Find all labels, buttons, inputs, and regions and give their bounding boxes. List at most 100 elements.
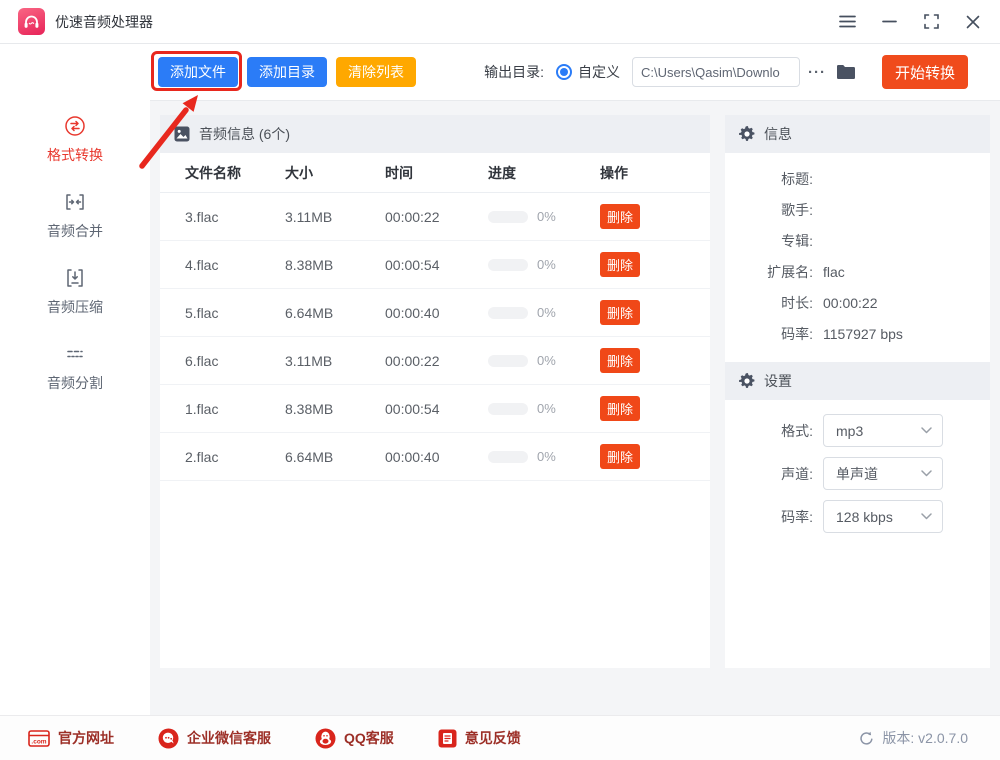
audio-compress-icon — [63, 266, 87, 290]
minimize-icon — [882, 20, 897, 23]
add-directory-button[interactable]: 添加目录 — [247, 57, 327, 87]
settings-panel-title: 设置 — [764, 371, 792, 391]
start-convert-button[interactable]: 开始转换 — [882, 55, 968, 89]
delete-button[interactable]: 删除 — [600, 396, 640, 421]
file-name: 1.flac — [185, 401, 285, 417]
file-size: 8.38MB — [285, 401, 385, 417]
format-convert-icon — [63, 114, 87, 138]
info-panel-title: 信息 — [764, 124, 792, 144]
delete-button[interactable]: 删除 — [600, 300, 640, 325]
progress-cell: 0% — [488, 401, 600, 416]
file-time: 00:00:22 — [385, 353, 488, 369]
official-site-link[interactable]: .com 官方网址 — [28, 728, 114, 748]
progress-cell: 0% — [488, 209, 600, 224]
progress-percent: 0% — [537, 353, 556, 368]
delete-button[interactable]: 删除 — [600, 252, 640, 277]
action-cell: 删除 — [600, 252, 710, 277]
wechat-support-link[interactable]: 企业微信客服 — [158, 728, 271, 749]
setting-label: 声道: — [725, 464, 813, 484]
footer: .com 官方网址 企业微信客服 QQ客服 — [0, 715, 1000, 760]
progress-cell: 0% — [488, 257, 600, 272]
custom-radio-label: 自定义 — [578, 62, 620, 82]
progress-cell: 0% — [488, 305, 600, 320]
select-value: 单声道 — [836, 464, 921, 484]
sidebar-item-format-convert[interactable]: 格式转换 — [47, 114, 103, 165]
clear-list-button[interactable]: 清除列表 — [336, 57, 416, 87]
file-name: 6.flac — [185, 353, 285, 369]
footer-link-label: 官方网址 — [58, 728, 114, 748]
format-select[interactable]: mp3 — [823, 414, 943, 447]
table-row: 3.flac 3.11MB 00:00:22 0% 删除 — [160, 193, 710, 241]
delete-button[interactable]: 删除 — [600, 444, 640, 469]
setting-format: 格式: mp3 — [725, 414, 990, 447]
action-cell: 删除 — [600, 204, 710, 229]
progress-bar — [488, 307, 528, 319]
info-header: 信息 — [725, 115, 990, 153]
progress-percent: 0% — [537, 257, 556, 272]
browse-more-button[interactable]: ··· — [808, 64, 826, 81]
sidebar-item-label: 格式转换 — [47, 145, 103, 165]
menu-button[interactable] — [838, 13, 856, 31]
file-time: 00:00:54 — [385, 401, 488, 417]
table-row: 1.flac 8.38MB 00:00:54 0% 删除 — [160, 385, 710, 433]
info-field-title: 标题: — [725, 163, 990, 194]
sidebar-item-audio-split[interactable]: 音频分割 — [47, 342, 103, 393]
app-window: 优速音频处理器 格式转换 — [0, 0, 1000, 760]
channel-select[interactable]: 单声道 — [823, 457, 943, 490]
add-file-button[interactable]: 添加文件 — [158, 57, 238, 87]
file-time: 00:00:22 — [385, 209, 488, 225]
website-icon: .com — [28, 730, 50, 747]
close-button[interactable] — [964, 13, 982, 31]
custom-radio[interactable] — [556, 64, 572, 80]
field-label: 时长: — [725, 293, 813, 313]
setting-label: 格式: — [725, 421, 813, 441]
toolbar: 添加文件 添加目录 清除列表 输出目录: 自定义 ··· 开始转换 — [150, 44, 1000, 101]
sidebar-item-audio-merge[interactable]: 音频合并 — [47, 190, 103, 241]
action-cell: 删除 — [600, 300, 710, 325]
output-path-input[interactable] — [632, 57, 800, 87]
chevron-down-icon — [921, 470, 932, 477]
app-title: 优速音频处理器 — [55, 12, 153, 32]
bitrate-select[interactable]: 128 kbps — [823, 500, 943, 533]
progress-bar — [488, 355, 528, 367]
field-label: 扩展名: — [725, 262, 813, 282]
open-folder-button[interactable] — [836, 64, 856, 80]
setting-channel: 声道: 单声道 — [725, 457, 990, 490]
radio-dot — [560, 68, 568, 76]
progress-bar — [488, 259, 528, 271]
progress-cell: 0% — [488, 449, 600, 464]
image-icon — [174, 126, 190, 142]
minimize-button[interactable] — [880, 13, 898, 31]
wechat-icon — [158, 728, 179, 749]
file-size: 6.64MB — [285, 305, 385, 321]
sidebar-item-label: 音频压缩 — [47, 297, 103, 317]
info-field-album: 专辑: — [725, 225, 990, 256]
gear-icon — [739, 126, 755, 142]
select-value: mp3 — [836, 423, 921, 439]
svg-text:.com: .com — [31, 738, 46, 745]
maximize-icon — [924, 14, 939, 29]
file-size: 3.11MB — [285, 209, 385, 225]
maximize-button[interactable] — [922, 13, 940, 31]
field-value: 1157927 bps — [823, 326, 903, 342]
table-column-headers: 文件名称 大小 时间 进度 操作 — [160, 153, 710, 193]
col-time: 时间 — [385, 163, 488, 183]
progress-percent: 0% — [537, 305, 556, 320]
feedback-link[interactable]: 意见反馈 — [438, 728, 521, 748]
footer-link-label: 企业微信客服 — [187, 728, 271, 748]
info-field-extension: 扩展名: flac — [725, 256, 990, 287]
qq-support-link[interactable]: QQ客服 — [315, 728, 394, 749]
file-name: 4.flac — [185, 257, 285, 273]
col-filename: 文件名称 — [185, 163, 285, 183]
info-settings-panel: 信息 标题: 歌手: 专辑: 扩展名: flac 时长: 00:00:22 — [725, 115, 990, 668]
file-size: 3.11MB — [285, 353, 385, 369]
delete-button[interactable]: 删除 — [600, 348, 640, 373]
setting-label: 码率: — [725, 507, 813, 527]
delete-button[interactable]: 删除 — [600, 204, 640, 229]
sidebar-nav: 格式转换 音频合并 音频压缩 音频分割 — [0, 44, 150, 715]
audio-list-title: 音频信息 (6个) — [199, 124, 290, 144]
sidebar-item-audio-compress[interactable]: 音频压缩 — [47, 266, 103, 317]
table-row: 5.flac 6.64MB 00:00:40 0% 删除 — [160, 289, 710, 337]
chevron-down-icon — [921, 513, 932, 520]
action-cell: 删除 — [600, 396, 710, 421]
